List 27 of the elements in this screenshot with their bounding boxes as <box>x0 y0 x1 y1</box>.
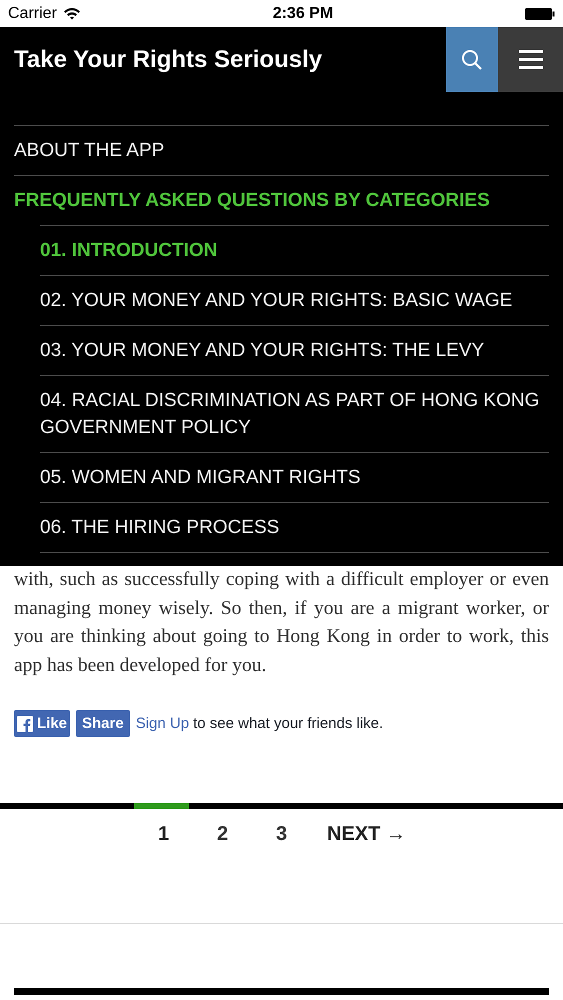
menu-item[interactable]: 01. INTRODUCTION <box>40 226 549 275</box>
page-link[interactable]: 3 <box>252 819 311 850</box>
search-icon <box>461 48 483 70</box>
page-link[interactable]: 2 <box>193 819 252 850</box>
facebook-icon <box>17 716 33 732</box>
next-link[interactable]: NEXT → <box>327 819 406 850</box>
clock-time: 2:36 PM <box>272 4 334 24</box>
wifi-icon <box>62 7 81 20</box>
search-button[interactable] <box>446 27 498 92</box>
friends-text: to see what your friends like. <box>193 714 384 734</box>
menu-item[interactable]: 02. YOUR MONEY AND YOUR RIGHTS: BASIC WAGE <box>40 276 549 325</box>
menu-button[interactable] <box>498 27 563 92</box>
like-button[interactable]: Like <box>14 710 70 738</box>
menu-item[interactable]: ABOUT THE APP <box>14 126 549 175</box>
menu-item[interactable]: 03. YOUR MONEY AND YOUR RIGHTS: THE LEVY <box>40 326 549 375</box>
carrier-label: Carrier <box>8 4 57 24</box>
body-paragraph: with, such as successfully coping with a difficult employer or even managing money wisely. So then, if you are a migrant worker, or you are thinking about going to Hong Kong in order to work, this app has been developed for you. <box>13 568 550 678</box>
battery-icon <box>524 8 555 20</box>
menu-item[interactable]: 05. WOMEN AND MIGRANT RIGHTS <box>40 453 549 502</box>
menu-item[interactable]: 04. RACIAL DISCRIMINATION AS PART OF HONG KONG GOVERNMENT POLICY <box>40 376 549 452</box>
page-link[interactable]: 1 <box>134 819 193 850</box>
menu-icon <box>518 50 542 69</box>
sign-up-link[interactable]: Sign Up <box>136 712 190 736</box>
menu-item[interactable]: 06. THE HIRING PROCESS <box>40 503 549 552</box>
menu-item[interactable]: FREQUENTLY ASKED QUESTIONS BY CATEGORIES <box>14 176 549 225</box>
share-button[interactable]: Share <box>76 710 130 738</box>
app-title: Take Your Rights Seriously <box>13 44 324 74</box>
